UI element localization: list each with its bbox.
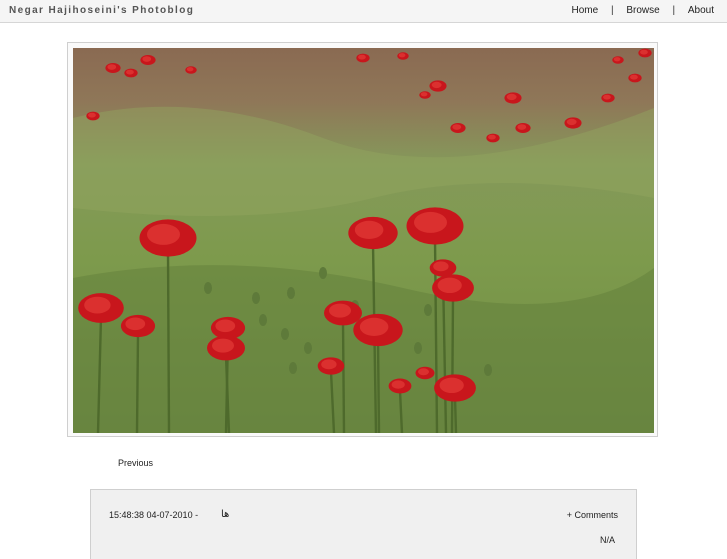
previous-link[interactable]: Previous: [118, 458, 153, 468]
main-nav: Home | Browse | About: [571, 5, 714, 16]
site-title[interactable]: Negar Hajihoseini's Photoblog: [9, 5, 194, 16]
nav-home-link[interactable]: Home: [571, 5, 598, 16]
nav-about-link[interactable]: About: [688, 5, 714, 16]
photo-timestamp: 15:48:38 04-07-2010 -: [109, 510, 199, 520]
nav-separator: |: [610, 5, 614, 16]
photo-title: ها: [221, 509, 230, 520]
top-bar: Negar Hajihoseini's Photoblog Home | Bro…: [0, 0, 727, 23]
photo-info-box: 15:48:38 04-07-2010 - ها + Comments N/A: [90, 489, 637, 559]
comments-link[interactable]: + Comments: [567, 510, 618, 520]
exif-info: N/A: [599, 535, 615, 545]
nav-browse-link[interactable]: Browse: [626, 5, 659, 16]
photo-frame: [67, 42, 658, 437]
main-photo[interactable]: [73, 48, 654, 433]
nav-separator: |: [672, 5, 676, 16]
